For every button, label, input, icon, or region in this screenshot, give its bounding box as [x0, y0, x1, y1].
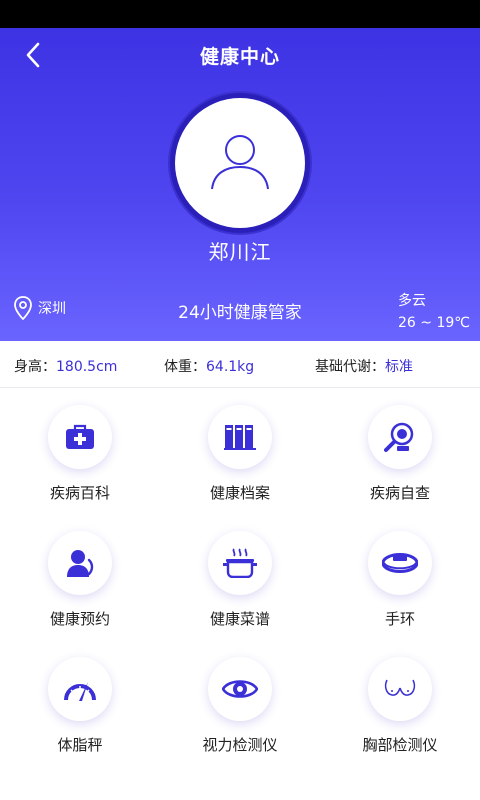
city-selector[interactable]: 深圳 — [14, 296, 66, 320]
menu-item-chest-test[interactable]: 胸部检测仪 — [320, 640, 480, 766]
menu-item-label: 健康预约 — [49, 610, 110, 628]
metric-label: 身高： — [14, 359, 56, 375]
profile-header: 健康中心 郑川江 深圳 24小时健康管家 多云 26 ~ 19℃ — [0, 28, 480, 341]
menu-item-label: 疾病百科 — [49, 484, 110, 502]
avatar[interactable] — [175, 98, 305, 228]
magnifier-icon — [368, 405, 432, 469]
weather-info: 多云 26 ~ 19℃ — [398, 290, 470, 334]
menu-item-label: 视力检测仪 — [202, 736, 278, 754]
medical-kit-icon — [48, 405, 112, 469]
weather-condition: 多云 — [398, 293, 426, 309]
binders-icon — [208, 405, 272, 469]
menu-item-label: 胸部检测仪 — [362, 736, 438, 754]
menu-item-recipes[interactable]: 健康菜谱 — [160, 514, 320, 640]
status-bar — [0, 0, 480, 28]
metric-value: 64.1kg — [206, 359, 255, 375]
city-label: 深圳 — [38, 301, 66, 317]
wristband-icon — [368, 531, 432, 595]
menu-item-wristband[interactable]: 手环 — [320, 514, 480, 640]
user-name: 郑川江 — [208, 240, 272, 264]
menu-item-disease-encyclopedia[interactable]: 疾病百科 — [0, 388, 160, 514]
chest-icon — [368, 657, 432, 721]
menu-item-appointment[interactable]: 健康预约 — [0, 514, 160, 640]
menu-item-label: 健康菜谱 — [209, 610, 270, 628]
menu-item-label: 体脂秤 — [57, 736, 103, 754]
temperature-range: 26 ~ 19℃ — [398, 315, 470, 331]
user-icon — [211, 135, 269, 190]
page-title: 健康中心 — [199, 46, 280, 68]
metric-value: 标准 — [385, 359, 413, 375]
menu-item-vision-test[interactable]: 视力检测仪 — [160, 640, 320, 766]
metric-label: 基础代谢： — [315, 359, 385, 375]
metric-value: 180.5cm — [56, 359, 118, 375]
weight-metric: 体重：64.1kg — [164, 356, 254, 376]
eye-icon — [208, 657, 272, 721]
location-pin-icon — [14, 296, 32, 320]
metabolism-metric: 基础代谢：标准 — [315, 356, 413, 376]
gauge-icon — [48, 657, 112, 721]
menu-item-label: 疾病自查 — [369, 484, 430, 502]
menu-item-body-fat-scale[interactable]: 体脂秤 — [0, 640, 160, 766]
menu-item-label: 健康档案 — [209, 484, 270, 502]
avatar-ring — [170, 93, 310, 233]
metric-label: 体重： — [164, 359, 206, 375]
body-metrics: 身高：180.5cm 体重：64.1kg 基础代谢：标准 — [0, 341, 480, 387]
doctor-phone-icon — [48, 531, 112, 595]
menu-item-health-records[interactable]: 健康档案 — [160, 388, 320, 514]
height-metric: 身高：180.5cm — [14, 356, 117, 376]
steaming-pot-icon — [208, 531, 272, 595]
menu-item-label: 手环 — [384, 610, 415, 628]
menu-item-self-check[interactable]: 疾病自查 — [320, 388, 480, 514]
